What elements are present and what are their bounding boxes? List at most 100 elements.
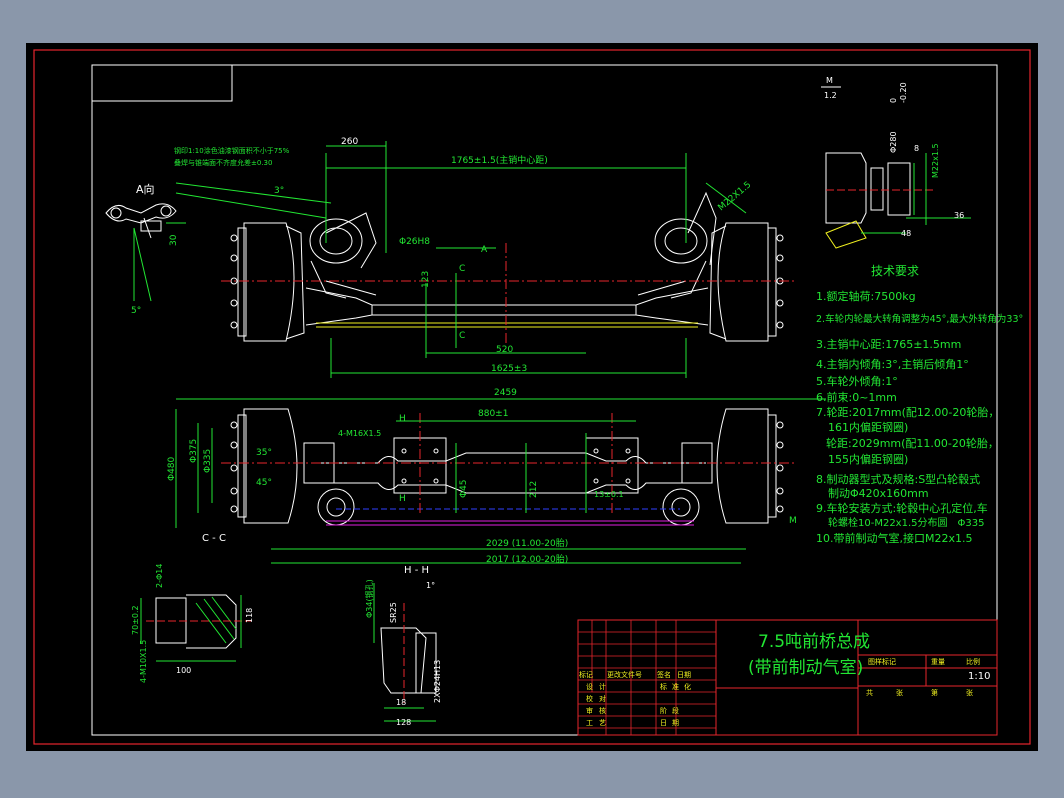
dim-880: 880±1 [478,409,508,419]
dim-280: Φ280 [889,131,898,153]
dim-26h8: Φ26H8 [399,237,430,247]
tb-r2-2: 标 [660,682,667,691]
dim-0: 0 [889,98,898,103]
tb-r3-0: 校 [586,694,593,703]
dim-8: 8 [914,144,919,153]
dim-100: 100 [176,666,191,675]
tb-r2-1: 计 [599,682,606,691]
dim-48: 48 [901,229,911,238]
dim-sr25: SR25 [389,602,398,623]
notes: 钢印1:10涂色油漆钢面积不小于75% 叠焊与锥端面不齐度允差±0.30 [174,146,290,167]
dims-top [175,141,747,378]
tb-right-4: 张 [896,688,903,697]
tech-item-9b: 轮螺栓10-M22x1.5分布圆 Φ335 [828,516,984,529]
dim-480: Φ480 [167,456,177,481]
section-hh-text: H - H Φ34(钢孔) SR25 1° 18 128 2XΦ24H13 [364,565,442,727]
tb-right-5: 第 [931,688,938,697]
note-line2: 叠焊与锥端面不齐度允差±0.30 [174,158,272,167]
tie-rod-plan [326,520,694,526]
dim-36: 36 [954,211,964,220]
label-h2: H [399,494,406,504]
tb-r1-3: 签名 [657,670,671,679]
section-detail [146,594,251,649]
drawing-title-1: 7.5吨前桥总成 [758,632,870,652]
dim-375: Φ375 [189,439,199,463]
tb-right-1: 重量 [931,658,945,666]
view-m: M [826,76,833,85]
dim-5deg: 5° [131,306,141,316]
note-line1: 钢印1:10涂色油漆钢面积不小于75% [174,146,290,155]
dim-m16: 4-M16X1.5 [338,429,381,438]
dim-335: Φ335 [203,449,213,473]
tech-item-2: 2.车轮内轮最大转角调整为45°,最大外转角为33° [816,313,1023,325]
tb-r2-3: 准 [672,682,679,691]
corner-box [91,64,233,102]
tech-item-7d: 155内偏距钢圈) [828,452,908,466]
dim-text-top: 260 1765±1.5(主销中心距) M22X1.5 Φ26H8 520 16… [274,137,753,374]
tb-r5-0: 工 [586,719,593,727]
tb-r1-2: 更改文件号 [607,670,642,679]
a-view [105,203,177,239]
centerlines-plan [221,413,796,513]
cad-drawing-canvas: 260 1765±1.5(主销中心距) M22X1.5 Φ26H8 520 16… [26,43,1038,751]
label-a: A [481,245,488,255]
dim-24h13: 2XΦ24H13 [433,660,442,703]
dim-18: 18 [396,698,406,707]
tb-r5-3: 期 [672,719,679,727]
tb-r4-3: 段 [672,706,679,715]
dim-30: 30 [169,234,179,246]
tb-r2-0: 设 [586,682,593,691]
dim-phi45: Φ45 [459,479,469,498]
tech-item-9: 9.车轮安装方式:轮毂中心孔定位,车 [816,501,988,515]
tb-right-0: 图样标记 [868,657,896,666]
tb-scale: 1:10 [968,671,990,682]
tb-right-6: 张 [966,688,973,697]
tb-r1-4: 日期 [677,671,691,679]
label-m-plan: M [789,516,797,526]
dim-2phi14: 2-Φ14 [155,564,164,588]
tech-item-7b: 161内偏距钢圈) [828,420,908,434]
dim-520: 520 [496,345,513,355]
tech-list: 1.额定轴荷:7500kg 2.车轮内轮最大转角调整为45°,最大外转角为33°… [816,289,1023,545]
dim-260: 260 [341,137,358,147]
tech-item-8b: 制动Φ420x160mm [828,487,929,500]
tech-heading: 技术要求 [871,264,919,278]
tech-item-1: 1.额定轴荷:7500kg [816,289,916,303]
tech-item-8: 8.制动器型式及规格:S型凸轮毂式 [816,472,980,486]
dim-4m10: 4-M10X1.5 [139,640,148,683]
dim-m22b: M22x1.5 [931,143,940,178]
drawing-title-2: (带前制动气室) [748,658,863,678]
tech-item-3: 3.主销中心距:1765±1.5mm [816,337,961,351]
dim-text-plan: 2459 880±1 4-M16X1.5 Φ480 Φ375 Φ335 Φ45 … [167,388,797,565]
dim-020: -0.20 [899,82,908,103]
label-c2: C [459,331,465,341]
dim-128: 128 [396,718,411,727]
tech-item-7: 7.轮距:2017mm(配12.00-20轮胎， [816,405,999,419]
dim-2459: 2459 [494,388,517,398]
tech-item-10: 10.带前制动气室,接口M22x1.5 [816,531,972,545]
dim-2029: 2029 (11.00-20胎) [486,537,568,549]
tb-r5-2: 日 [660,719,667,727]
dim-1deg: 1° [426,581,435,590]
wheel-bolts-plan [230,421,784,513]
dim-45deg: 45° [256,478,272,488]
label-h1: H [399,414,406,424]
view-m-scale: 1.2 [824,91,837,100]
dim-123: 123 [421,271,431,288]
dim-70: 70±0.2 [131,605,140,635]
dim-m22: M22X1.5 [717,180,754,213]
tb-right-3: 共 [866,688,873,697]
drawing-svg: 260 1765±1.5(主销中心距) M22X1.5 Φ26H8 520 16… [33,49,1031,745]
tech-item-7c: 轮距:2029mm(配11.00-20轮胎， [826,436,999,450]
dim-phi34: Φ34(钢孔) [364,579,374,618]
dim-35deg: 35° [256,448,272,458]
tb-r5-1: 艺 [599,719,606,727]
tb-right-2: 比例 [966,657,980,666]
tech-item-6: 6.前束:0~1mm [816,390,897,404]
tb-r4-2: 阶 [660,706,667,715]
dim-212: 212 [529,481,539,498]
front-view [237,191,777,342]
dim-3deg: 3° [274,186,284,196]
dim-1765: 1765±1.5(主销中心距) [451,154,548,166]
dim-118: 118 [245,608,254,623]
